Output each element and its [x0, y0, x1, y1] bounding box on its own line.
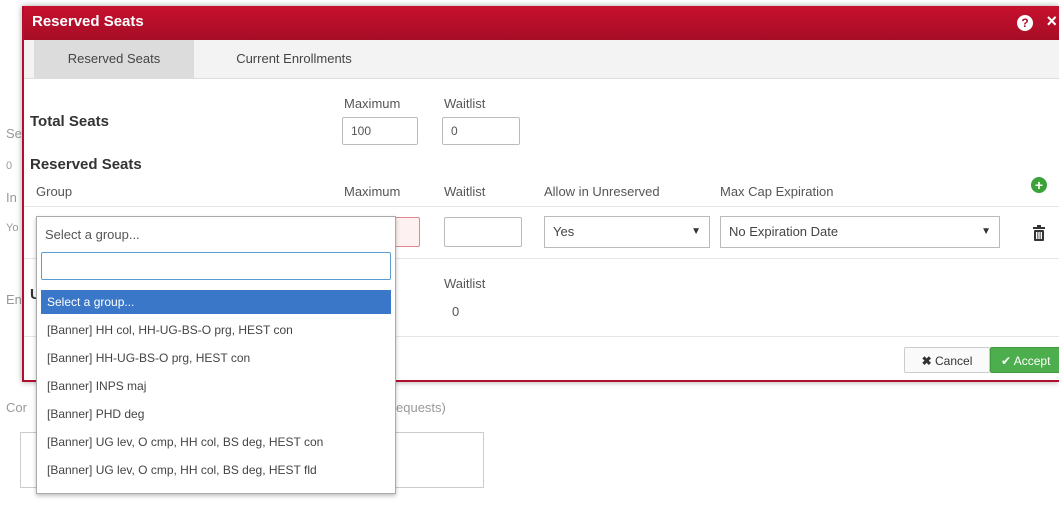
bg-fragment: equests) [396, 400, 446, 415]
unreserved-waitlist-label: Waitlist [444, 276, 486, 291]
close-icon[interactable]: × [1046, 11, 1057, 32]
total-waitlist-label: Waitlist [444, 96, 486, 111]
group-option[interactable]: [Banner] HH-UG-BS-O prg, HEST con [41, 346, 391, 370]
col-max-cap-expiration: Max Cap Expiration [720, 184, 834, 199]
total-seats-heading: Total Seats [30, 113, 109, 130]
bg-fragment: In [6, 190, 17, 205]
col-group: Group [36, 184, 73, 199]
allow-unreserved-value: Yes [553, 224, 575, 239]
group-option[interactable]: [Banner] UG lev, O cmp, HH col, BS deg, … [41, 430, 391, 454]
divider [24, 206, 1059, 207]
col-waitlist: Waitlist [444, 184, 486, 199]
total-maximum-input[interactable]: 100 [342, 117, 418, 145]
bg-fragment: 0 [6, 160, 13, 172]
col-maximum: Maximum [344, 184, 401, 199]
dialog-titlebar: Reserved Seats ? × [24, 6, 1059, 40]
cancel-button[interactable]: ✖ Cancel [904, 347, 990, 373]
total-maximum-label: Maximum [344, 96, 401, 111]
trash-icon[interactable] [1032, 225, 1046, 241]
allow-unreserved-select[interactable]: Yes ▼ [544, 216, 710, 248]
accept-label: Accept [1013, 354, 1051, 368]
tab-reserved-seats[interactable]: Reserved Seats [34, 40, 194, 78]
bg-fragment: Yo [6, 222, 19, 234]
group-option[interactable]: [Banner] INPS maj [41, 374, 391, 398]
bg-fragment: Cor [6, 400, 27, 415]
col-allow-unreserved: Allow in Unreserved [544, 184, 660, 199]
accept-button[interactable]: ✔ Accept [990, 347, 1059, 373]
chevron-down-icon: ▼ [691, 226, 701, 237]
bg-fragment: Se [6, 126, 22, 141]
help-icon[interactable]: ? [1017, 15, 1033, 31]
expiration-value: No Expiration Date [729, 224, 839, 239]
group-select-current[interactable]: Select a group... [45, 227, 140, 242]
reserved-seats-heading: Reserved Seats [30, 156, 142, 173]
chevron-down-icon: ▼ [981, 226, 991, 237]
total-waitlist-input[interactable]: 0 [442, 117, 520, 145]
bg-fragment: En [6, 292, 22, 307]
group-option[interactable]: Select a group... [41, 290, 391, 314]
group-search-input[interactable] [41, 252, 391, 280]
tab-bar: Reserved Seats Current Enrollments [24, 40, 1059, 79]
add-group-icon[interactable]: + [1031, 177, 1047, 193]
group-option[interactable]: [Banner] HH col, HH-UG-BS-O prg, HEST co… [41, 318, 391, 342]
cancel-label: Cancel [935, 354, 973, 368]
expiration-select[interactable]: No Expiration Date ▼ [720, 216, 1000, 248]
tab-current-enrollments[interactable]: Current Enrollments [214, 40, 374, 78]
group-option[interactable]: [Banner] PHD deg [41, 402, 391, 426]
dialog-title: Reserved Seats [32, 13, 144, 30]
unreserved-waitlist-value: 0 [452, 304, 460, 319]
group-dropdown[interactable]: Select a group... Select a group... [Ban… [36, 216, 396, 494]
group-option[interactable]: [Banner] UG lev, O cmp, HH col, BS deg, … [41, 458, 391, 482]
reserved-waitlist-input[interactable] [444, 217, 522, 247]
